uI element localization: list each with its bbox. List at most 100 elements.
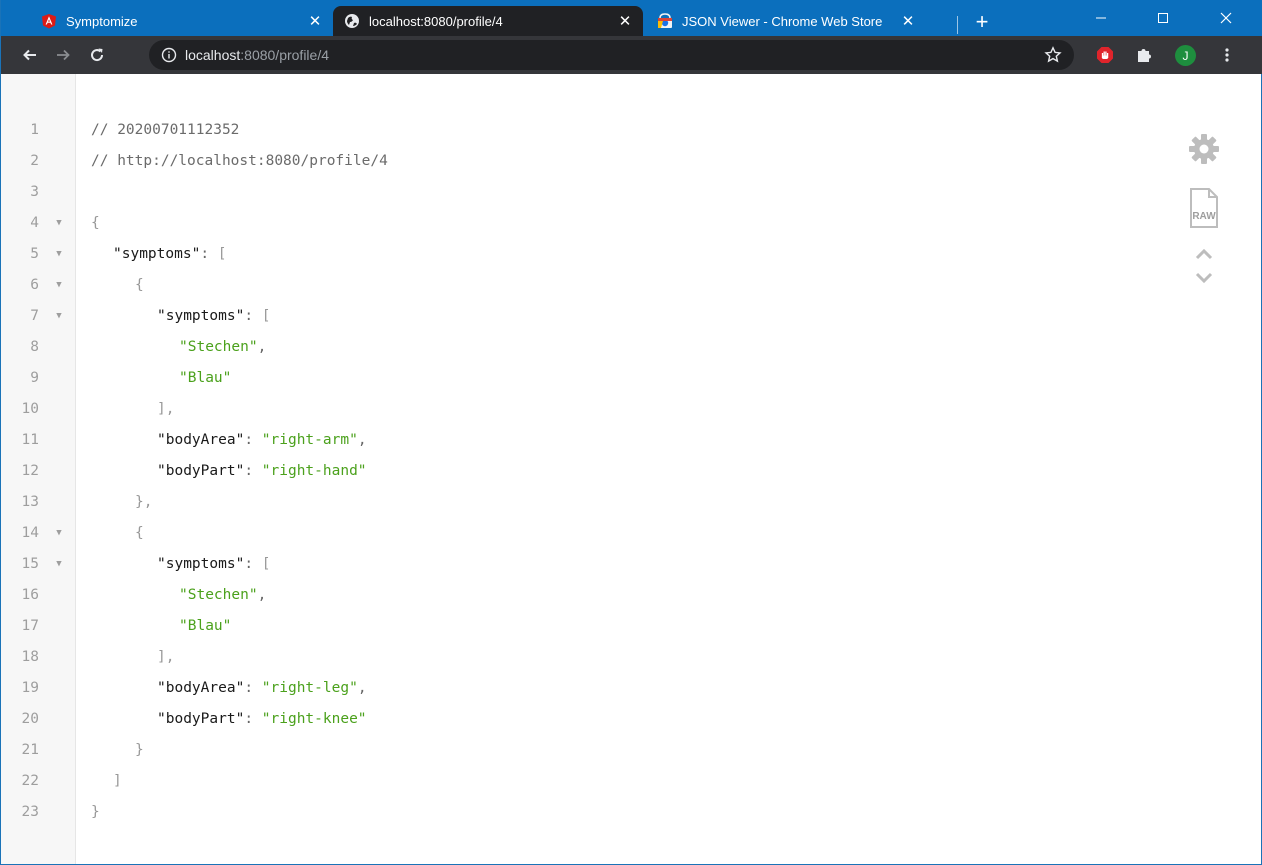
tab-symptomize[interactable]: Symptomize ✕ [30, 6, 333, 36]
json-key: "bodyPart" [157, 711, 245, 727]
code-line: 15 ▼ "symptoms": [ [1, 549, 1161, 580]
chevron-down-icon[interactable] [1184, 268, 1224, 288]
line-number: 8 [30, 339, 39, 355]
line-number: 14 [21, 525, 39, 541]
arrow-left-icon [23, 49, 36, 61]
menu-button[interactable] [1215, 43, 1239, 67]
colon: : [244, 308, 262, 324]
tab-separator [957, 16, 958, 34]
reload-button[interactable] [85, 43, 109, 67]
raw-view-button[interactable]: RAW [1184, 186, 1224, 230]
forward-button[interactable] [51, 43, 75, 67]
line-number: 11 [21, 432, 39, 448]
adblock-extension-button[interactable] [1093, 43, 1117, 67]
colon: : [244, 711, 262, 727]
stop-hand-icon [1097, 47, 1113, 63]
fold-toggle-icon[interactable]: ▼ [53, 518, 65, 549]
json-key: "bodyArea" [157, 680, 245, 696]
tab-title: JSON Viewer - Chrome Web Store [682, 13, 883, 29]
json-key: "symptoms" [157, 556, 245, 572]
line-number: 12 [21, 463, 39, 479]
tab-json-viewer-store[interactable]: JSON Viewer - Chrome Web Store ✕ [646, 6, 956, 36]
fold-toggle-icon[interactable]: ▼ [53, 549, 65, 580]
address-bar[interactable]: localhost:8080/profile/4 [149, 40, 1074, 70]
code-line: 1 // 20200701112352 [1, 115, 1161, 146]
code-line: 22 ] [1, 766, 1161, 797]
fold-toggle-icon[interactable]: ▼ [53, 239, 65, 270]
colon: : [244, 432, 262, 448]
code-line: 12 "bodyPart": "right-hand" [1, 456, 1161, 487]
close-icon [1220, 12, 1232, 24]
new-tab-button[interactable]: + [971, 11, 993, 34]
reload-icon [91, 48, 104, 62]
line-number: 17 [21, 618, 39, 634]
profile-avatar[interactable]: J [1175, 45, 1196, 66]
line-number: 5 [30, 246, 39, 262]
tab-title: localhost:8080/profile/4 [369, 13, 503, 29]
maximize-button[interactable] [1140, 0, 1186, 36]
raw-label: RAW [1192, 211, 1216, 222]
colon: : [244, 680, 262, 696]
settings-gear-icon[interactable] [1184, 130, 1224, 168]
code-line: 7 ▼ "symptoms": [ [1, 301, 1161, 332]
bracket: [ [261, 556, 271, 572]
code-line: 9 "Blau" [1, 363, 1161, 394]
puzzle-icon [1138, 49, 1151, 62]
chrome-web-store-icon [657, 13, 673, 29]
comma: , [257, 339, 267, 355]
line-number: 23 [21, 804, 39, 820]
brace: { [91, 215, 100, 231]
json-string: "Blau" [179, 618, 232, 634]
comment: // http://localhost:8080/profile/4 [91, 153, 388, 169]
brace: { [135, 277, 144, 293]
tab-localhost-profile[interactable]: localhost:8080/profile/4 ✕ [333, 6, 643, 36]
fold-toggle-icon[interactable]: ▼ [53, 301, 65, 332]
minimize-button[interactable] [1078, 0, 1124, 36]
line-number: 10 [21, 401, 39, 417]
back-button[interactable] [18, 43, 42, 67]
minimize-icon [1096, 17, 1106, 19]
json-string: "right-knee" [261, 711, 367, 727]
angular-icon [41, 13, 57, 29]
close-icon[interactable]: ✕ [617, 13, 633, 30]
code-line: 8 "Stechen", [1, 332, 1161, 363]
bookmark-star-icon[interactable] [1044, 46, 1062, 64]
close-icon[interactable]: ✕ [900, 13, 916, 30]
line-number: 1 [30, 122, 39, 138]
line-number: 3 [30, 184, 39, 200]
code-line: 13 }, [1, 487, 1161, 518]
code-line: 16 "Stechen", [1, 580, 1161, 611]
line-number: 7 [30, 308, 39, 324]
json-string: "Stechen" [179, 339, 258, 355]
tab-title: Symptomize [66, 13, 138, 29]
bracket: [ [261, 308, 271, 324]
code-line: 6 ▼ { [1, 270, 1161, 301]
window-close-button[interactable] [1203, 0, 1249, 36]
comma: , [357, 432, 367, 448]
line-number: 22 [21, 773, 39, 789]
code-line: 19 "bodyArea": "right-leg", [1, 673, 1161, 704]
brace: }, [135, 494, 153, 510]
chevron-up-icon[interactable] [1184, 244, 1224, 264]
code-line: 17 "Blau" [1, 611, 1161, 642]
title-bar: Symptomize ✕ localhost:8080/profile/4 ✕ … [1, 0, 1262, 36]
code-line: 21 } [1, 735, 1161, 766]
json-string: "right-leg" [261, 680, 358, 696]
fold-toggle-icon[interactable]: ▼ [53, 208, 65, 239]
info-icon[interactable] [161, 47, 177, 63]
arrow-right-icon [57, 49, 70, 61]
more-vert-icon [1225, 48, 1229, 62]
bracket: ], [157, 401, 175, 417]
fold-toggle-icon[interactable]: ▼ [53, 270, 65, 301]
extensions-button[interactable] [1132, 43, 1156, 67]
url-host: localhost [185, 47, 241, 63]
close-icon[interactable]: ✕ [307, 13, 323, 30]
bracket: ], [157, 649, 175, 665]
json-string: "right-arm" [261, 432, 358, 448]
bracket: [ [217, 246, 227, 262]
json-key: "symptoms" [113, 246, 201, 262]
code-line: 4 ▼ { [1, 208, 1161, 239]
code-line: 10 ], [1, 394, 1161, 425]
line-number: 6 [30, 277, 39, 293]
code-line: 23 } [1, 797, 1161, 828]
